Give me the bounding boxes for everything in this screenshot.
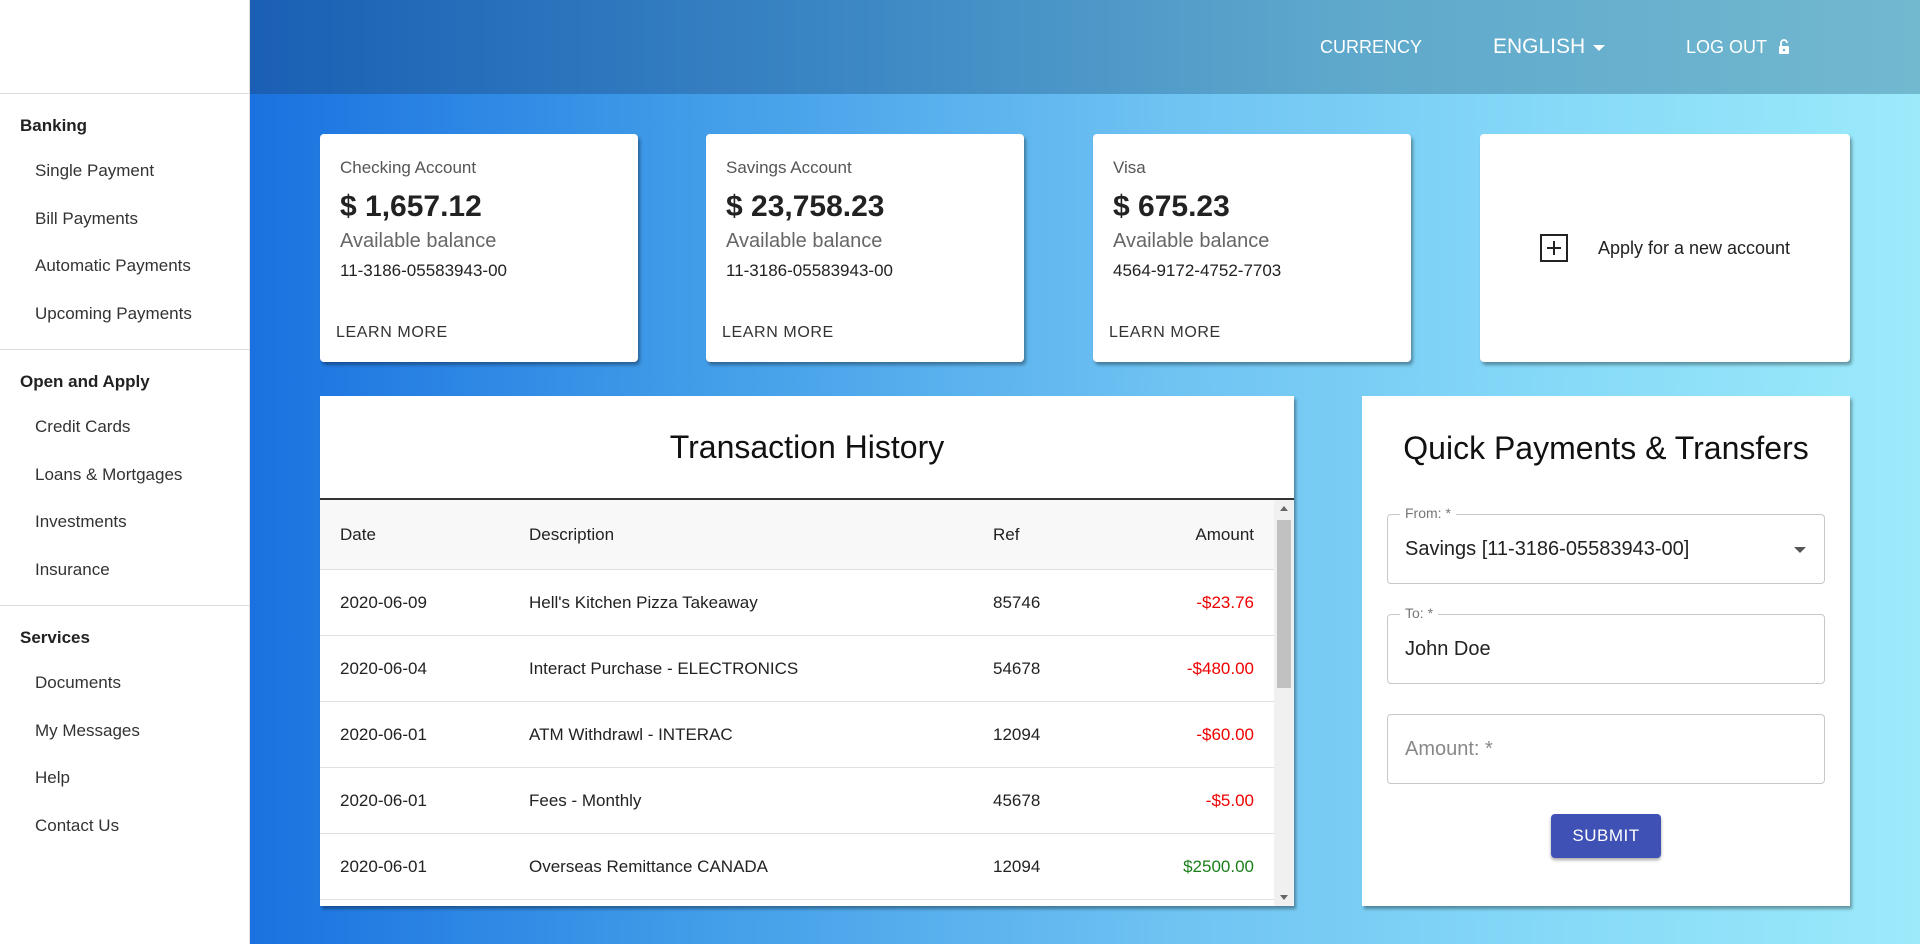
cell-date: 2020-06-04	[340, 658, 427, 678]
column-header-description: Description	[529, 524, 615, 544]
language-select[interactable]: ENGLISH	[1493, 0, 1606, 94]
cell-amount: -$5.00	[1205, 790, 1254, 810]
learn-more-link[interactable]: LEARN MORE	[1109, 324, 1221, 342]
cell-description: Interact Purchase - ELECTRONICS	[529, 658, 799, 678]
logout-button[interactable]: LOG OUT	[1686, 0, 1791, 94]
account-card-visa[interactable]: Visa $ 675.23 Available balance 4564-917…	[1093, 134, 1411, 362]
table-row[interactable]: 2020-06-09 Hell's Kitchen Pizza Takeaway 8…	[320, 570, 1274, 636]
cell-description: Fees - Monthly	[529, 790, 642, 810]
submit-button[interactable]: SUBMIT	[1551, 814, 1661, 858]
sidebar-item[interactable]: Loans & Mortgages	[0, 453, 249, 501]
account-name: Savings Account	[726, 158, 852, 177]
transaction-history-title: Transaction History	[320, 396, 1294, 500]
sidebar-item[interactable]: Help	[0, 756, 249, 804]
top-header: CURRENCY ENGLISH LOG OUT	[250, 0, 1920, 94]
cell-ref: 54678	[993, 658, 1041, 678]
account-balance: $ 675.23	[1113, 190, 1230, 223]
apply-new-account-label: Apply for a new account	[1597, 237, 1791, 258]
sidebar-heading: Open and Apply	[20, 372, 150, 391]
cell-date: 2020-06-01	[340, 724, 427, 744]
sidebar-item[interactable]: Documents	[0, 661, 249, 709]
account-name: Visa	[1113, 158, 1146, 177]
currency-menu[interactable]: CURRENCY	[1320, 0, 1422, 94]
logout-label: LOG OUT	[1686, 36, 1768, 57]
sidebar-item[interactable]: Credit Cards	[0, 405, 249, 453]
dropdown-arrow-icon	[1794, 547, 1806, 553]
scroll-up-icon[interactable]	[1280, 506, 1288, 511]
cell-amount: -$480.00	[1186, 658, 1254, 678]
sidebar-item[interactable]: Single Payment	[0, 149, 249, 197]
sidebar-heading: Services	[20, 628, 90, 647]
column-header-amount: Amount	[1195, 524, 1254, 544]
column-header-ref: Ref	[993, 524, 1020, 544]
sidebar-section: Banking Single Payment Bill Payments Automa…	[0, 94, 249, 350]
amount-field[interactable]: Amount: *	[1387, 714, 1825, 784]
table-scrollbar[interactable]	[1274, 500, 1294, 906]
cell-description: Hell's Kitchen Pizza Takeaway	[529, 592, 758, 612]
cell-amount: -$23.76	[1196, 592, 1254, 612]
account-card-savings[interactable]: Savings Account $ 23,758.23 Available ba…	[706, 134, 1024, 362]
cell-amount: $2500.00	[1183, 856, 1254, 876]
transaction-table: Date Description Ref Amount 2020-06-09 He…	[320, 500, 1294, 906]
cell-date: 2020-06-01	[340, 790, 427, 810]
unlock-icon	[1779, 39, 1790, 54]
main-content: Checking Account $ 1,657.12 Available ba…	[250, 94, 1920, 944]
account-balance: $ 1,657.12	[340, 190, 482, 223]
sidebar-section: Open and Apply Credit Cards Loans & Mortga…	[0, 350, 249, 606]
cell-ref: 12094	[993, 856, 1041, 876]
cell-date: 2020-06-09	[340, 592, 427, 612]
cell-amount: -$60.00	[1196, 724, 1254, 744]
cell-description: Overseas Remittance CANADA	[529, 856, 769, 876]
available-balance-label: Available balance	[726, 230, 883, 252]
sidebar-item[interactable]: Upcoming Payments	[0, 292, 249, 340]
table-row[interactable]: 2020-06-01 Fees - Monthly 45678 -$5.00	[320, 768, 1274, 834]
learn-more-link[interactable]: LEARN MORE	[722, 324, 834, 342]
chevron-down-icon	[1593, 45, 1606, 51]
sidebar-heading: Banking	[20, 116, 88, 135]
sidebar-item[interactable]: Automatic Payments	[0, 244, 249, 292]
sidebar-item[interactable]: Contact Us	[0, 804, 249, 852]
cell-ref: 45678	[993, 790, 1041, 810]
logo-area	[0, 0, 249, 94]
table-row[interactable]: 2020-06-01 Overseas Remittance CANADA 1209…	[320, 834, 1274, 900]
from-account-select[interactable]: From: * Savings [11-3186-05583943-00]	[1387, 505, 1825, 584]
account-name: Checking Account	[340, 158, 477, 177]
to-field[interactable]: To: * John Doe	[1387, 605, 1825, 684]
cell-description: ATM Withdrawl - INTERAC	[529, 724, 733, 744]
plus-square-icon	[1539, 234, 1568, 262]
account-balance: $ 23,758.23	[726, 190, 885, 223]
scroll-down-icon[interactable]	[1280, 895, 1288, 900]
language-label: ENGLISH	[1493, 35, 1586, 58]
account-number: 11-3186-05583943-00	[340, 261, 507, 280]
account-number: 4564-9172-4752-7703	[1113, 261, 1282, 280]
apply-new-account-card[interactable]: Apply for a new account	[1480, 134, 1850, 362]
available-balance-label: Available balance	[1113, 230, 1270, 252]
sidebar-item[interactable]: Investments	[0, 500, 249, 548]
quick-payments-title: Quick Payments & Transfers	[1403, 430, 1809, 466]
table-header-row: Date Description Ref Amount	[320, 500, 1274, 570]
cell-ref: 12094	[993, 724, 1041, 744]
table-row[interactable]: 2020-06-04 Interact Purchase - ELECTRONIC…	[320, 636, 1274, 702]
account-number: 11-3186-05583943-00	[726, 261, 893, 280]
cell-ref: 85746	[993, 592, 1041, 612]
learn-more-link[interactable]: LEARN MORE	[336, 324, 448, 342]
table-row[interactable]: 2020-06-01 ATM Withdrawl - INTERAC 12094 -$…	[320, 702, 1274, 768]
sidebar-section: Services Documents My Messages Help Contact …	[0, 606, 249, 861]
quick-payments-panel: Quick Payments & Transfers From: * Savin…	[1362, 396, 1850, 906]
to-field-value: John Doe	[1405, 637, 1491, 660]
sidebar-item[interactable]: Insurance	[0, 548, 249, 596]
column-header-date: Date	[340, 524, 376, 544]
sidebar-item[interactable]: Bill Payments	[0, 197, 249, 245]
amount-placeholder: Amount: *	[1405, 737, 1493, 760]
scroll-thumb[interactable]	[1277, 520, 1291, 688]
sidebar-item[interactable]: My Messages	[0, 709, 249, 757]
sidebar: Banking Single Payment Bill Payments Automa…	[0, 0, 250, 944]
from-field-value: Savings [11-3186-05583943-00]	[1405, 537, 1690, 560]
cell-date: 2020-06-01	[340, 856, 427, 876]
account-card-checking[interactable]: Checking Account $ 1,657.12 Available ba…	[320, 134, 638, 362]
available-balance-label: Available balance	[340, 230, 497, 252]
transaction-history-panel: Transaction History Date Description Ref…	[320, 396, 1294, 906]
